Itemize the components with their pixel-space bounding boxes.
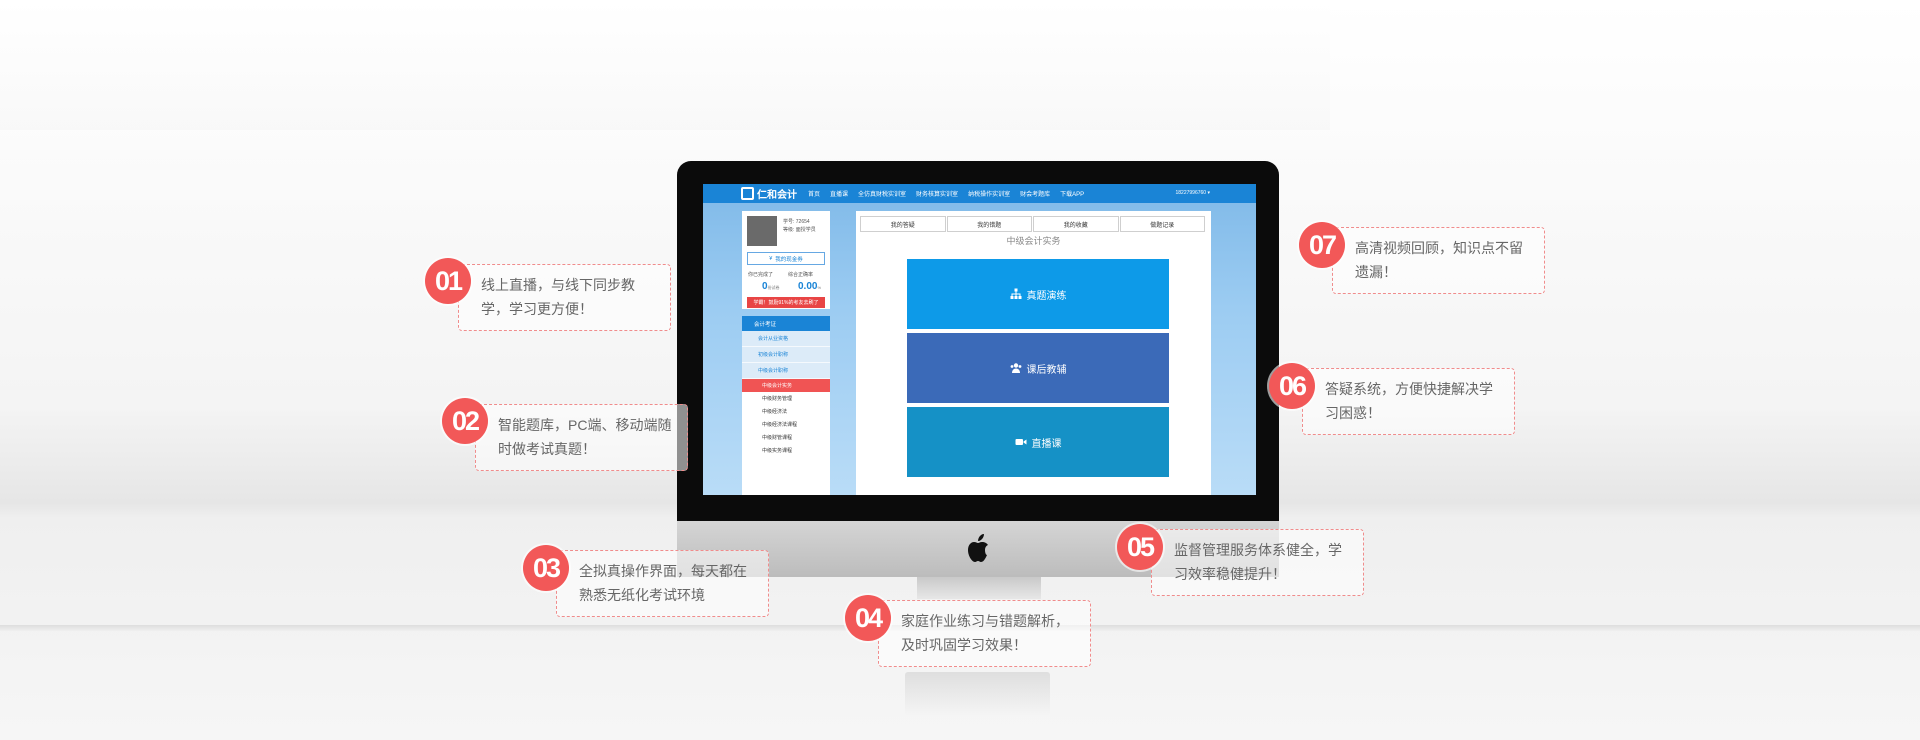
nav-item-tax[interactable]: 纳税操作实训室: [968, 189, 1010, 198]
past-exam-tile[interactable]: 真题演练: [907, 259, 1169, 329]
video-icon: [1015, 439, 1026, 445]
coupon-label: 我的现金券: [775, 256, 803, 263]
tab-my-questions[interactable]: 我的答疑: [860, 216, 946, 232]
feature-callout-03: 全拟真操作界面，每天都在熟悉无纸化考试环境: [556, 550, 769, 617]
feature-callout-07: 高清视频回顾，知识点不留遗漏！: [1332, 227, 1545, 294]
feature-text: 高清视频回顾，知识点不留遗漏！: [1355, 240, 1523, 280]
tab-my-favorites[interactable]: 我的收藏: [1033, 216, 1119, 232]
after-class-tile[interactable]: 课后教辅: [907, 333, 1169, 403]
user-id: 学号: 72654: [783, 219, 810, 225]
nav-item-accounting[interactable]: 财务核算实训室: [916, 189, 958, 198]
main-panel: 我的答疑 我的错题 我的收藏 做题记录 中级会计实务 真题演练 课后教辅 直播课: [856, 211, 1211, 495]
feature-number-04: 04: [845, 595, 891, 641]
avatar[interactable]: [747, 216, 777, 246]
users-icon: [1010, 363, 1021, 373]
feature-callout-02: 智能题库，PC端、移动端随时做考试真题！: [475, 404, 688, 471]
feature-callout-05: 监督管理服务体系健全，学习效率稳健提升！: [1151, 529, 1364, 596]
nav-item-download-app[interactable]: 下载APP: [1060, 189, 1084, 198]
feature-number-01: 01: [425, 258, 471, 304]
menu-item[interactable]: 中级经济法课程: [742, 418, 830, 431]
feature-callout-04: 家庭作业练习与错题解析，及时巩固学习效果！: [878, 600, 1091, 667]
live-class-tile[interactable]: 直播课: [907, 407, 1169, 477]
tab-bar: 我的答疑 我的错题 我的收藏 做题记录: [860, 216, 1206, 232]
background-haze: [0, 0, 1330, 130]
feature-text: 智能题库，PC端、移动端随时做考试真题！: [498, 417, 672, 457]
logo-icon: [741, 187, 754, 200]
tile-label: 课后教辅: [1026, 364, 1067, 376]
nav-item-question-bank[interactable]: 财会考题库: [1020, 189, 1050, 198]
monitor-screen: 仁和会计 首页 直播课 全仿真财税实训室 财务核算实训室 纳税操作实训室 财会考…: [703, 184, 1256, 495]
user-phone-dropdown[interactable]: 18227996760 ▾: [1176, 190, 1211, 196]
feature-text: 家庭作业练习与错题解析，及时巩固学习效果！: [901, 613, 1069, 653]
nav-menu: 首页 直播课 全仿真财税实训室 财务核算实训室 纳税操作实训室 财会考题库 下载…: [808, 184, 1084, 203]
feature-number-07: 07: [1299, 222, 1345, 268]
feature-text: 监督管理服务体系健全，学习效率稳健提升！: [1174, 542, 1342, 582]
tab-my-mistakes[interactable]: 我的错题: [946, 216, 1032, 232]
menu-item[interactable]: 中级会计职称: [742, 363, 830, 379]
yen-icon: ¥: [769, 255, 773, 262]
monitor-bezel: 仁和会计 首页 直播课 全仿真财税实训室 财务核算实训室 纳税操作实训室 财会考…: [677, 161, 1279, 521]
apple-logo-icon: [968, 534, 988, 562]
menu-header[interactable]: 会计考证: [742, 316, 830, 331]
feature-number-05: 05: [1117, 524, 1163, 570]
menu-item-active[interactable]: 中级会计实务: [742, 379, 830, 392]
nav-item-home[interactable]: 首页: [808, 189, 820, 198]
site-logo[interactable]: 仁和会计: [741, 186, 797, 201]
logo-text: 仁和会计: [757, 190, 797, 201]
tab-exercise-history[interactable]: 做题记录: [1119, 216, 1205, 232]
menu-item[interactable]: 中级经济法: [742, 405, 830, 418]
completed-value: 0份试卷: [762, 281, 780, 292]
feature-number-06: 06: [1269, 363, 1315, 409]
feature-callout-01: 线上直播，与线下同步教学，学习更方便！: [458, 264, 671, 331]
feature-text: 全拟真操作界面，每天都在熟悉无纸化考试环境: [579, 563, 747, 603]
study-button[interactable]: 学霸！鼓励91%的考友去刷了: [747, 297, 825, 308]
menu-item[interactable]: 中级财管课程: [742, 431, 830, 444]
sitemap-icon: [1010, 288, 1021, 299]
stand-reflection: [905, 672, 1050, 716]
tile-label: 真题演练: [1026, 290, 1067, 302]
accuracy-value: 0.00%: [798, 281, 822, 292]
menu-item[interactable]: 中级财务管理: [742, 392, 830, 405]
subject-title: 中级会计实务: [1006, 236, 1061, 246]
coupon-button[interactable]: ¥ 我的现金券: [747, 252, 825, 265]
nav-item-simulation[interactable]: 全仿真财税实训室: [858, 189, 906, 198]
menu-item[interactable]: 中级实务课程: [742, 444, 830, 457]
course-menu: 会计考证 会计从业资格 初级会计职称 中级会计职称 中级会计实务 中级财务管理 …: [742, 316, 830, 495]
completed-label: 你已完成了: [748, 272, 774, 278]
user-level: 等级: 面授学员: [783, 227, 816, 233]
feature-text: 线上直播，与线下同步教学，学习更方便！: [481, 277, 635, 317]
menu-item[interactable]: 初级会计职称: [742, 347, 830, 363]
nav-item-live[interactable]: 直播课: [830, 189, 848, 198]
feature-text: 答疑系统，方便快捷解决学习困惑！: [1325, 381, 1493, 421]
user-card: 学号: 72654 等级: 面授学员 ¥ 我的现金券 你已完成了 综合正确率 0…: [742, 211, 830, 309]
site-navbar: 仁和会计 首页 直播课 全仿真财税实训室 财务核算实训室 纳税操作实训室 财会考…: [703, 184, 1256, 203]
tile-label: 直播课: [1031, 438, 1062, 450]
menu-item[interactable]: 会计从业资格: [742, 331, 830, 347]
feature-number-02: 02: [442, 398, 488, 444]
feature-callout-06: 答疑系统，方便快捷解决学习困惑！: [1302, 368, 1515, 435]
feature-number-03: 03: [523, 545, 569, 591]
accuracy-label: 综合正确率: [788, 272, 814, 278]
monitor-stand: [917, 577, 1041, 599]
